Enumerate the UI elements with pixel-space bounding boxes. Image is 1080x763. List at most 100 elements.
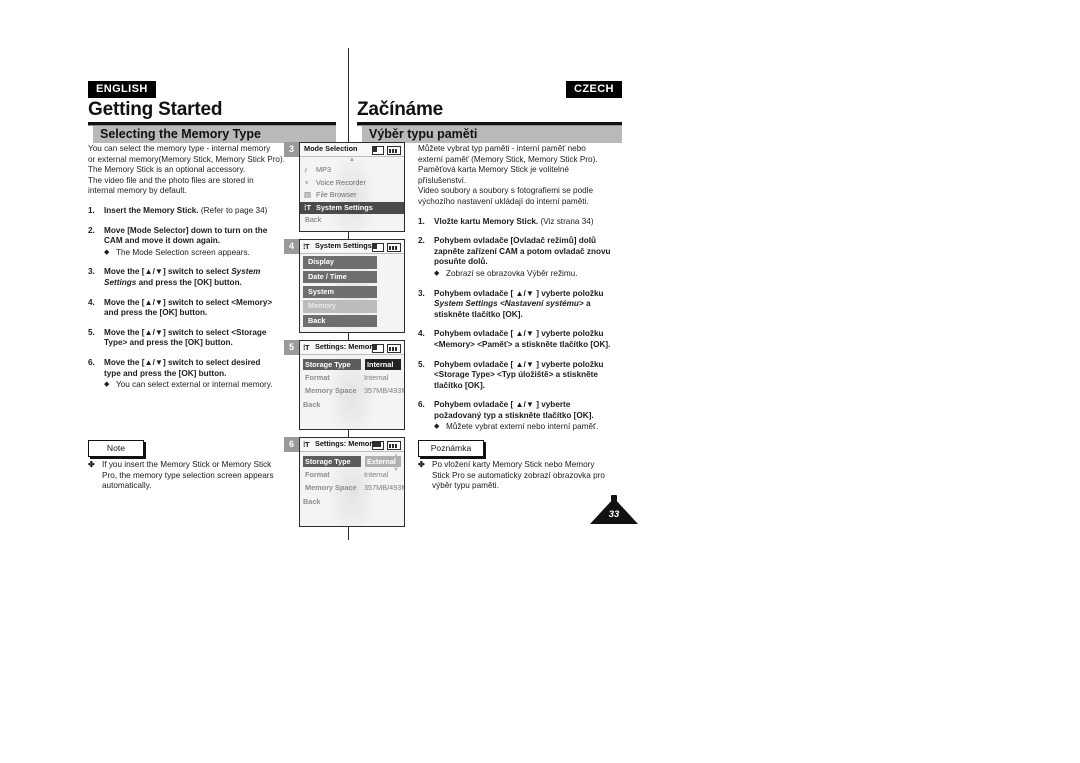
step-strong: Pohybem ovladače [ ▲/▼ ] vyberte položku	[434, 329, 604, 339]
intro-line: The Memory Stick is an optional accessor…	[88, 165, 246, 175]
step-strong: zapněte zařízení CAM a potom ovladač zno…	[434, 246, 611, 256]
lcd-settings-row[interactable]: Memory Space 357MB/493MB	[300, 383, 404, 396]
scroll-down-icon[interactable]: ▼	[393, 467, 399, 473]
settings-it-icon: ⁞T	[303, 440, 309, 449]
step-line: Vložte kartu Memory Stick. (Viz strana 3…	[434, 217, 630, 228]
step-line: System Settings <Nastavení systému> a	[434, 299, 630, 310]
lcd-settings-button[interactable]: Back	[303, 314, 377, 328]
lcd-settings-row[interactable]: Back	[300, 493, 404, 506]
step-item: 1. Vložte kartu Memory Stick. (Viz strana…	[418, 217, 630, 228]
step-strong: and press the [OK] button.	[136, 277, 242, 287]
note-line: výběr typu paměti.	[432, 481, 499, 491]
step-line: and press the [OK] button.	[104, 308, 288, 319]
step-line: Move the [▲/▼] switch to select desired	[104, 358, 288, 369]
lcd-body: Storage Type External Format Internal Memory…	[300, 452, 404, 526]
note-line: Po vložení karty Memory Stick nebo Memor…	[432, 460, 595, 469]
lcd-row-label: Memory Space	[305, 482, 357, 492]
step-number: 6.	[88, 357, 95, 367]
step-number: 3.	[418, 288, 425, 298]
step-strong: Move the [▲/▼] switch to select desired	[104, 357, 261, 367]
step-number: 2.	[88, 225, 95, 235]
note-line: Stick Pro se automaticky zobrazí obrazov…	[432, 470, 605, 480]
lcd-status-icons	[372, 441, 401, 450]
intro-line: The video file and the photo files are s…	[88, 175, 254, 185]
step-line: Move the [▲/▼] switch to select <Storage	[104, 328, 288, 339]
step-strong: CAM and move it down again.	[104, 236, 220, 246]
body-column-english: You can select the memory type - interna…	[88, 144, 288, 400]
scroll-up-icon[interactable]: ▲	[393, 453, 399, 459]
step-marker: 4	[284, 239, 299, 254]
section-band-czech: Výběr typu paměti	[357, 125, 622, 143]
diamond-bullet-icon: ◆	[434, 423, 440, 431]
lcd-content: Mode Selection ▲ ♪ MP3 ♆ Voice Recorder ▤ File …	[300, 143, 404, 231]
lcd-settings-row[interactable]: Back	[300, 396, 404, 409]
lcd-screen: Mode Selection ▲ ♪ MP3 ♆ Voice Recorder ▤ File …	[299, 142, 405, 232]
step-line: Move [Mode Selector] down to turn on the	[104, 226, 288, 237]
step-sub-text: The Mode Selection screen appears.	[116, 247, 250, 257]
step-strong: Move the [▲/▼] switch to select	[104, 267, 232, 277]
page-number-value: 33	[608, 509, 620, 520]
lcd-menu-item[interactable]: ♆ Voice Recorder	[300, 177, 404, 190]
step-strong: <Storage Type> <Typ úložiště> a stisknět…	[434, 370, 598, 380]
lcd-title-bar: Mode Selection	[300, 143, 404, 157]
step-sub-text: Zobrazí se obrazovka Výběr režimu.	[446, 268, 578, 278]
lcd-body: ▲ ♪ MP3 ♆ Voice Recorder ▤ File Browser ⁞T Syste…	[300, 157, 404, 231]
step-number: 1.	[418, 216, 425, 226]
lcd-title-text: Settings: Memory	[315, 342, 377, 351]
lcd-screenshot: 3 Mode Selection ▲ ♪ MP3 ♆ Voice Recorder ▤ File…	[284, 142, 405, 235]
cross-bullet-icon: ✤	[418, 460, 425, 469]
lcd-menu-item-label: Back	[305, 215, 322, 224]
step-strong: <Memory> <Paměť> a stiskněte tlačítko [O…	[434, 339, 611, 349]
step-marker: 3	[284, 142, 299, 157]
step-strong: posuňte dolů.	[434, 257, 488, 267]
lcd-row-value: Internal	[364, 372, 389, 382]
battery-icon	[387, 243, 401, 252]
lcd-settings-row[interactable]: Memory Space 357MB/493MB	[300, 480, 404, 493]
step-line: Pohybem ovladače [ ▲/▼ ] vyberte položku	[434, 329, 630, 340]
step-line: stiskněte tlačítko [OK].	[434, 310, 630, 321]
lcd-menu-item[interactable]: ⁞T System Settings	[300, 201, 404, 214]
step-line: CAM and move it down again.	[104, 236, 288, 247]
lcd-settings-button[interactable]: Display	[303, 256, 377, 269]
card-icon	[372, 146, 384, 155]
scroll-up-icon[interactable]: ▲	[300, 157, 404, 164]
music-note-icon: ♪	[304, 165, 308, 174]
step-strong: Move [Mode Selector] down to turn on the	[104, 225, 268, 235]
diamond-bullet-icon: ◆	[104, 248, 110, 256]
language-tag-czech: CZECH	[566, 81, 622, 98]
lcd-screenshot-stack: 3 Mode Selection ▲ ♪ MP3 ♆ Voice Recorder ▤ File…	[284, 142, 405, 534]
lcd-menu-item[interactable]: ▤ File Browser	[300, 189, 404, 202]
step-strong: Insert the Memory Stick.	[104, 205, 199, 215]
step-text: (Refer to page 34)	[198, 205, 268, 215]
lcd-screen: ⁞T System Settings Display Date / Time Syste…	[299, 239, 405, 334]
step-strong: and press the [OK] button.	[104, 308, 208, 318]
note-line: automatically.	[102, 481, 152, 491]
lcd-settings-row[interactable]: Format Internal	[300, 467, 404, 480]
settings-it-icon: ⁞T	[303, 343, 309, 352]
lcd-settings-button[interactable]: Date / Time	[303, 270, 377, 284]
step-number: 6.	[418, 400, 425, 410]
lcd-row-label: Storage Type	[303, 358, 361, 370]
file-browser-icon: ▤	[304, 190, 312, 199]
lcd-menu-item-label: File Browser	[316, 190, 357, 199]
lcd-settings-button[interactable]: Memory	[303, 300, 377, 313]
lcd-menu-item[interactable]: Back	[300, 214, 404, 227]
step-strong: Move the [▲/▼] switch to select <Storage	[104, 327, 267, 337]
lcd-menu-item-label: MP3	[316, 165, 332, 174]
intro-line: or external memory(Memory Stick, Memory …	[88, 154, 285, 164]
step-sub-bullet: ◆ Můžete vybrat externí nebo interní pamě…	[434, 422, 630, 433]
step-line: Settings and press the [OK] button.	[104, 278, 288, 289]
lcd-menu-item-label: Voice Recorder	[316, 177, 366, 187]
lcd-row-value: 357MB/493MB	[364, 385, 404, 395]
step-number: 1.	[88, 205, 95, 215]
lcd-status-icons	[372, 243, 401, 252]
lcd-settings-row[interactable]: Format Internal	[300, 370, 404, 383]
lcd-settings-row[interactable]: Storage Type Internal	[300, 357, 404, 370]
step-line: <Storage Type> <Typ úložiště> a stisknět…	[434, 370, 630, 381]
step-item: 1. Insert the Memory Stick. (Refer to pag…	[88, 206, 288, 217]
lcd-settings-row[interactable]: Storage Type External	[300, 454, 404, 467]
diamond-bullet-icon: ◆	[434, 269, 440, 277]
step-line: Type> and press the [OK] button.	[104, 338, 288, 349]
lcd-settings-button[interactable]: System	[303, 285, 377, 299]
lcd-menu-item[interactable]: ♪ MP3	[300, 164, 404, 177]
